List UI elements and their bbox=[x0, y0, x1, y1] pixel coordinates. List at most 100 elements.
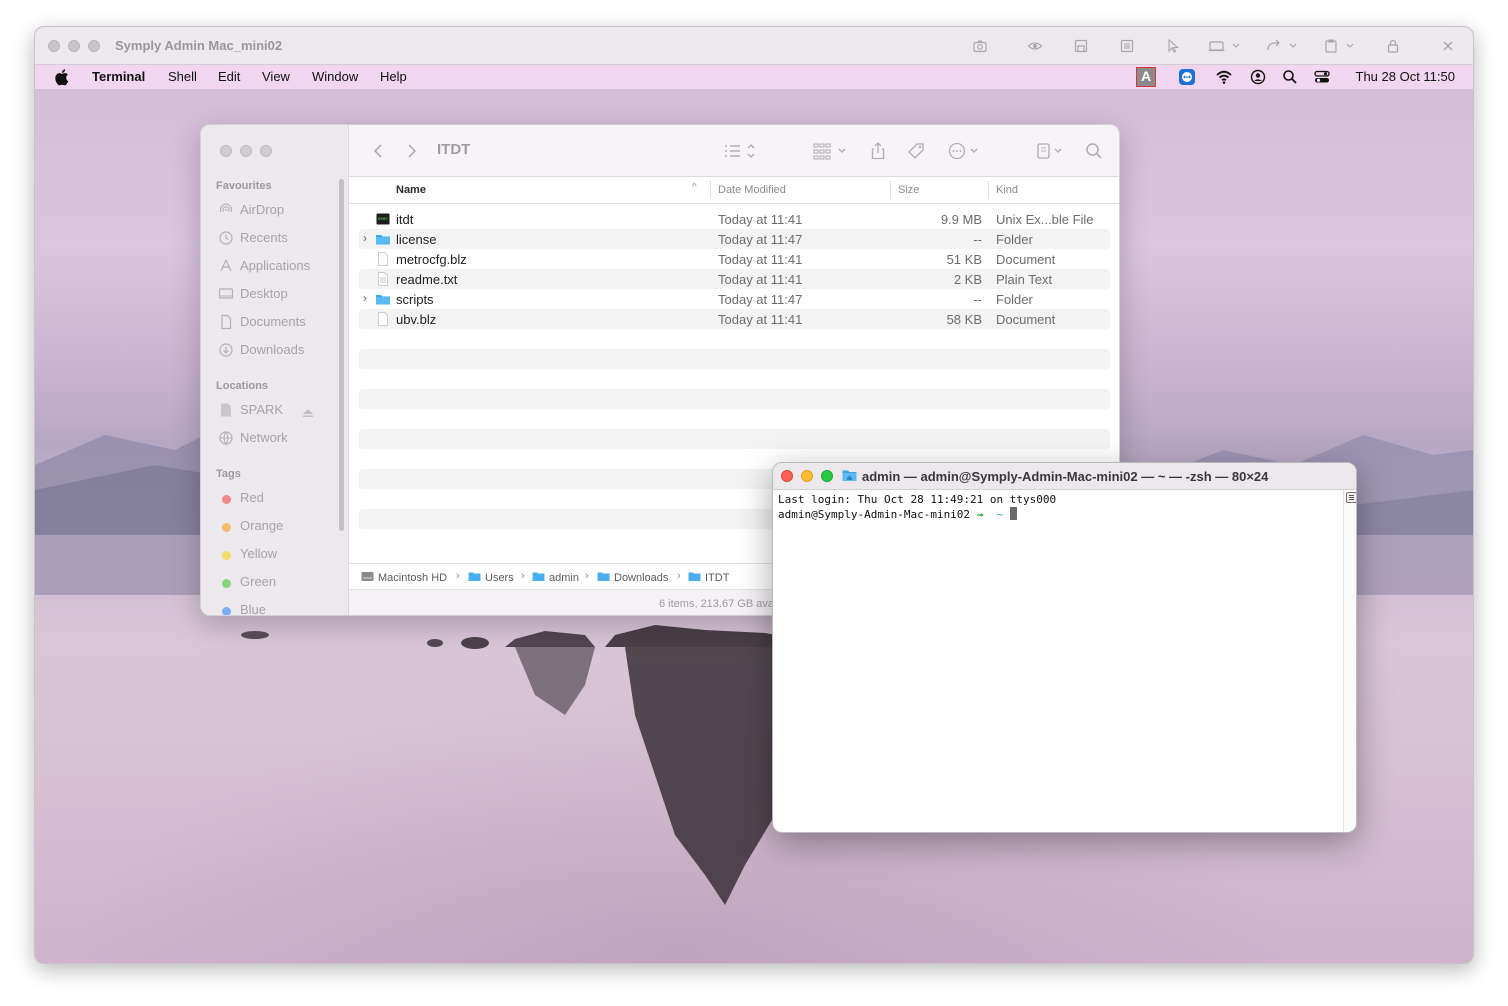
network-icon bbox=[218, 430, 234, 446]
sidebar-item-airdrop[interactable]: AirDrop bbox=[217, 200, 337, 220]
teamviewer-icon[interactable] bbox=[1178, 68, 1196, 86]
path-crumb-itdt[interactable]: ITDT bbox=[688, 571, 729, 584]
sidebar-item-documents[interactable]: Documents bbox=[217, 312, 337, 332]
finder-minimize-dot[interactable] bbox=[240, 145, 252, 157]
sidebar-item-label: Documents bbox=[240, 314, 306, 329]
camera-icon[interactable] bbox=[972, 38, 988, 54]
menu-bar-clock[interactable]: Thu 28 Oct 11:50 bbox=[1356, 69, 1456, 84]
path-crumb-macintosh-hd[interactable]: Macintosh HD bbox=[361, 571, 447, 584]
desktop-icon bbox=[218, 286, 234, 302]
more-actions-icon[interactable] bbox=[946, 141, 986, 161]
wifi-icon[interactable] bbox=[1215, 68, 1233, 86]
grid-icon[interactable] bbox=[1119, 38, 1135, 54]
file-date: Today at 11:47 bbox=[718, 232, 803, 247]
empty-row-stripe bbox=[359, 389, 1110, 409]
sidebar-tag-orange[interactable]: Orange bbox=[217, 516, 337, 536]
finder-sidebar: Favourites AirDrop Recents Applications … bbox=[201, 125, 349, 615]
sidebar-heading-locations: Locations bbox=[216, 380, 268, 392]
terminal-scrollbar[interactable] bbox=[1343, 490, 1356, 832]
executable-icon: exec bbox=[375, 211, 391, 227]
sidebar-tag-blue[interactable]: Blue bbox=[217, 600, 337, 615]
column-header-size[interactable]: Size bbox=[898, 184, 919, 196]
file-name: itdt bbox=[396, 212, 414, 227]
sidebar-item-recents[interactable]: Recents bbox=[217, 228, 337, 248]
sidebar-scrollbar[interactable] bbox=[339, 179, 344, 531]
remote-viewer-titlebar: Symply Admin Mac_mini02 bbox=[35, 27, 1473, 65]
file-kind: Folder bbox=[996, 292, 1033, 307]
input-source-icon[interactable]: A bbox=[1136, 67, 1156, 87]
display-icon[interactable] bbox=[1208, 38, 1242, 54]
terminal-zoom-button[interactable] bbox=[821, 470, 833, 482]
window-zoom-dot[interactable] bbox=[88, 40, 100, 52]
remote-view-icon[interactable] bbox=[1073, 38, 1089, 54]
finder-zoom-dot[interactable] bbox=[260, 145, 272, 157]
eye-icon[interactable] bbox=[1027, 38, 1043, 54]
column-header-date[interactable]: Date Modified bbox=[718, 184, 786, 196]
forward-chevron-icon[interactable] bbox=[401, 141, 421, 161]
clear-icon[interactable] bbox=[1035, 141, 1069, 161]
sidebar-item-label: Green bbox=[240, 574, 277, 589]
group-view-icon[interactable] bbox=[811, 141, 851, 161]
file-row-scripts[interactable]: › scripts Today at 11:47 -- Folder bbox=[359, 289, 1110, 309]
file-row-metrocfg[interactable]: metrocfg.blz Today at 11:41 51 KB Docume… bbox=[359, 249, 1110, 269]
sidebar-tag-red[interactable]: Red bbox=[217, 488, 337, 508]
terminal-minimize-button[interactable] bbox=[801, 470, 813, 482]
menu-view[interactable]: View bbox=[262, 69, 290, 84]
file-row-license[interactable]: › license Today at 11:47 -- Folder bbox=[359, 229, 1110, 249]
pointer-icon[interactable] bbox=[1165, 38, 1181, 54]
apple-menu-icon[interactable] bbox=[55, 68, 71, 86]
sidebar-item-label: Downloads bbox=[240, 342, 305, 357]
column-header-kind[interactable]: Kind bbox=[996, 184, 1018, 196]
list-view-icon[interactable] bbox=[721, 141, 761, 161]
file-kind: Document bbox=[996, 312, 1056, 327]
sidebar-item-applications[interactable]: Applications bbox=[217, 256, 337, 276]
sort-chevron-icon[interactable]: ^ bbox=[692, 182, 697, 193]
back-chevron-icon[interactable] bbox=[369, 141, 389, 161]
terminal-content[interactable]: Last login: Thu Oct 28 11:49:21 on ttys0… bbox=[773, 490, 1343, 832]
eject-icon[interactable] bbox=[302, 405, 314, 417]
scroll-marks-icon[interactable] bbox=[1346, 492, 1356, 503]
window-minimize-dot[interactable] bbox=[68, 40, 80, 52]
file-row-itdt[interactable]: exec itdt Today at 11:41 9.9 MB Unix Ex.… bbox=[359, 209, 1110, 229]
disclosure-chevron-icon[interactable]: › bbox=[363, 231, 367, 245]
menu-app-name[interactable]: Terminal bbox=[92, 69, 145, 84]
path-crumb-users[interactable]: Users bbox=[468, 571, 514, 584]
sidebar-item-desktop[interactable]: Desktop bbox=[217, 284, 337, 304]
path-crumb-downloads[interactable]: Downloads bbox=[597, 571, 668, 584]
clipboard-icon[interactable] bbox=[1323, 38, 1357, 54]
user-account-icon[interactable] bbox=[1249, 68, 1267, 86]
folder-icon bbox=[468, 571, 481, 582]
column-divider[interactable] bbox=[710, 181, 711, 199]
empty-row-stripe bbox=[359, 429, 1110, 449]
column-divider[interactable] bbox=[988, 181, 989, 199]
menu-shell[interactable]: Shell bbox=[168, 69, 197, 84]
finder-close-dot[interactable] bbox=[220, 145, 232, 157]
search-icon[interactable] bbox=[1084, 141, 1104, 161]
share-icon[interactable] bbox=[868, 141, 888, 161]
disclosure-chevron-icon[interactable]: › bbox=[363, 291, 367, 305]
column-header-name[interactable]: Name bbox=[396, 184, 426, 196]
sidebar-tag-yellow[interactable]: Yellow bbox=[217, 544, 337, 564]
sidebar-tag-green[interactable]: Green bbox=[217, 572, 337, 592]
tag-icon[interactable] bbox=[906, 141, 926, 161]
lock-icon[interactable] bbox=[1385, 38, 1401, 54]
redo-icon[interactable] bbox=[1265, 38, 1299, 54]
close-icon[interactable] bbox=[1440, 38, 1456, 54]
sidebar-item-network[interactable]: Network bbox=[217, 428, 337, 448]
window-close-dot[interactable] bbox=[48, 40, 60, 52]
file-row-ubv[interactable]: ubv.blz Today at 11:41 58 KB Document bbox=[359, 309, 1110, 329]
file-row-readme[interactable]: readme.txt Today at 11:41 2 KB Plain Tex… bbox=[359, 269, 1110, 289]
column-divider[interactable] bbox=[890, 181, 891, 199]
search-icon[interactable] bbox=[1281, 68, 1299, 86]
folder-icon bbox=[375, 291, 391, 307]
path-crumb-label: admin bbox=[549, 572, 579, 584]
folder-icon bbox=[375, 231, 391, 247]
control-center-icon[interactable] bbox=[1313, 68, 1331, 86]
menu-window[interactable]: Window bbox=[312, 69, 358, 84]
finder-toolbar: ITDT bbox=[349, 125, 1119, 177]
menu-edit[interactable]: Edit bbox=[218, 69, 240, 84]
terminal-close-button[interactable] bbox=[781, 470, 793, 482]
sidebar-item-downloads[interactable]: Downloads bbox=[217, 340, 337, 360]
menu-help[interactable]: Help bbox=[380, 69, 407, 84]
path-crumb-admin[interactable]: admin bbox=[532, 571, 579, 584]
